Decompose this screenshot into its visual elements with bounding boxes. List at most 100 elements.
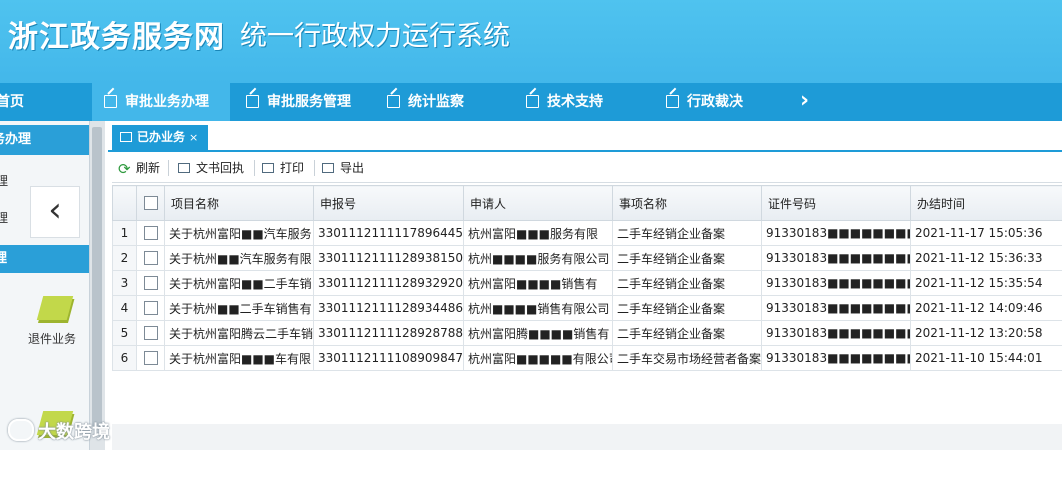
col-header[interactable]: 申请人 (464, 186, 613, 221)
cell-applicant: 杭州富阳腾■■■■销售有 (464, 321, 613, 346)
row-checkbox-cell[interactable] (137, 346, 165, 371)
nav-statistics[interactable]: 统计监察 (387, 83, 464, 121)
cell-cert: 91330183■■■■■■■■ (762, 321, 911, 346)
cell-applicant: 杭州富阳■■■■销售有 (464, 271, 613, 296)
cell-time: 2021-11-12 14:09:46 (911, 296, 1062, 321)
row-number: 3 (113, 271, 137, 296)
print-label: 打印 (280, 161, 304, 175)
cell-applicant: 杭州■■■■销售有限公司 (464, 296, 613, 321)
cell-cert: 91330183■■■■■■■■ (762, 296, 911, 321)
receipt-label: 文书回执 (196, 161, 244, 175)
tab-done-business[interactable]: 已办业务 × (112, 125, 208, 150)
toolbar-divider (254, 160, 255, 176)
nav-label: 统计监察 (408, 94, 464, 110)
chevron-left-icon[interactable]: ‹ (30, 186, 80, 238)
export-label: 导出 (340, 161, 364, 175)
table-row[interactable]: 5关于杭州富阳腾云二手车销33011121111289287884杭州富阳腾■■… (113, 321, 1062, 346)
cell-project: 关于杭州富阳■■二手车销 (165, 271, 314, 296)
row-checkbox-cell[interactable] (137, 221, 165, 246)
return-business-tile[interactable]: 退件业务 (18, 296, 88, 376)
cell-apply-no: 33011121111289329208 (314, 271, 464, 296)
row-number: 6 (113, 346, 137, 371)
data-grid: 项目名称 申报号 申请人 事项名称 证件号码 办结时间 1关于杭州富阳■■汽车服… (112, 185, 1062, 371)
cell-item: 二手车经销企业备案 (613, 296, 762, 321)
table-header-row: 项目名称 申报号 申请人 事项名称 证件号码 办结时间 (113, 186, 1062, 221)
row-checkbox[interactable] (144, 276, 158, 290)
table-row[interactable]: 2关于杭州■■汽车服务有限33011121111289381504杭州■■■■服… (113, 246, 1062, 271)
select-all-checkbox[interactable] (137, 186, 165, 221)
cell-apply-no: 33011121111089098474 (314, 346, 464, 371)
main-nav: 首页 审批业务办理 审批服务管理 统计监察 技术支持 行政裁决 › (0, 83, 1062, 121)
nav-approval-business[interactable]: 审批业务办理 (92, 83, 230, 121)
row-checkbox[interactable] (144, 326, 158, 340)
col-header[interactable]: 项目名称 (165, 186, 314, 221)
checkbox[interactable] (144, 196, 158, 210)
sidebar-panel: 务办理 理 理 理 退件业务 (0, 121, 90, 450)
cell-cert: 91330183■■■■■■■■ (762, 346, 911, 371)
col-header[interactable]: 申报号 (314, 186, 464, 221)
cell-cert: 91330183■■■■■■■■ (762, 271, 911, 296)
row-checkbox-cell[interactable] (137, 321, 165, 346)
cell-time: 2021-11-12 15:35:54 (911, 271, 1062, 296)
col-header[interactable]: 证件号码 (762, 186, 911, 221)
receipt-button[interactable]: 文书回执 (178, 154, 244, 182)
export-button[interactable]: 导出 (322, 154, 364, 182)
results-table: 项目名称 申报号 申请人 事项名称 证件号码 办结时间 1关于杭州富阳■■汽车服… (112, 185, 1062, 371)
close-icon[interactable]: × (189, 131, 198, 144)
refresh-label: 刷新 (136, 161, 160, 175)
table-row[interactable]: 4关于杭州■■二手车销售有33011121111289344861杭州■■■■销… (113, 296, 1062, 321)
row-checkbox[interactable] (144, 351, 158, 365)
cell-apply-no: 33011121111289381504 (314, 246, 464, 271)
cell-cert: 91330183■■■■■■■■ (762, 246, 911, 271)
window-icon (120, 132, 132, 142)
sidebar-header: 务办理 (0, 125, 89, 155)
cell-time: 2021-11-17 15:05:36 (911, 221, 1062, 246)
cell-time: 2021-11-10 15:44:01 (911, 346, 1062, 371)
scrollbar-thumb[interactable] (92, 127, 102, 427)
nav-approval-service[interactable]: 审批服务管理 (246, 83, 351, 121)
cell-applicant: 杭州富阳■■■服务有限 (464, 221, 613, 246)
nav-tech-support[interactable]: 技术支持 (526, 83, 603, 121)
nav-admin-ruling[interactable]: 行政裁决 (666, 83, 743, 121)
print-button[interactable]: 打印 (262, 154, 304, 182)
edit-icon (526, 95, 539, 108)
row-number: 4 (113, 296, 137, 321)
sidebar: 务办理 理 理 理 退件业务 ‹ (0, 121, 105, 450)
row-checkbox[interactable] (144, 226, 158, 240)
col-header[interactable]: 事项名称 (613, 186, 762, 221)
sidebar-section[interactable]: 理 (0, 245, 89, 273)
refresh-button[interactable]: ⟳刷新 (118, 154, 160, 182)
col-header[interactable]: 办结时间 (911, 186, 1062, 221)
row-checkbox-cell[interactable] (137, 271, 165, 296)
toolbar: ⟳刷新 文书回执 打印 导出 (112, 154, 1062, 183)
tab-label: 已办业务 (137, 130, 185, 144)
row-checkbox[interactable] (144, 251, 158, 265)
table-row[interactable]: 3 关于杭州富阳■■二手车销33011121111289329208杭州富阳■■■… (113, 271, 1062, 296)
table-row[interactable]: 6关于杭州富阳■■■车有限33011121111089098474杭州富阳■■■… (113, 346, 1062, 371)
table-row[interactable]: 1关于杭州富阳■■汽车服务33011121111178964450杭州富阳■■■… (113, 221, 1062, 246)
cell-applicant: 杭州■■■■服务有限公司 (464, 246, 613, 271)
print-icon (262, 163, 274, 173)
row-checkbox[interactable] (144, 301, 158, 315)
edit-icon (387, 95, 400, 108)
watermark-text: 大数跨境 (38, 422, 110, 443)
watermark: 大数跨境 (8, 418, 110, 444)
cell-project: 关于杭州富阳腾云二手车销 (165, 321, 314, 346)
header-rownum (113, 186, 137, 221)
grid-footer (112, 424, 1062, 450)
system-title: 统一行政权力运行系统 (240, 14, 510, 53)
edit-icon (246, 95, 259, 108)
row-checkbox-cell[interactable] (137, 246, 165, 271)
row-checkbox-cell[interactable] (137, 296, 165, 321)
tile-label: 退件业务 (28, 330, 76, 347)
row-number: 1 (113, 221, 137, 246)
cell-time: 2021-11-12 13:20:58 (911, 321, 1062, 346)
export-icon (322, 163, 334, 173)
logo-icon (8, 419, 34, 441)
chevron-right-icon[interactable]: › (800, 83, 809, 121)
row-number: 5 (113, 321, 137, 346)
cell-time: 2021-11-12 15:36:33 (911, 246, 1062, 271)
nav-home[interactable]: 首页 (0, 83, 24, 121)
sidebar-scrollbar[interactable] (90, 121, 105, 450)
document-icon (178, 163, 190, 173)
